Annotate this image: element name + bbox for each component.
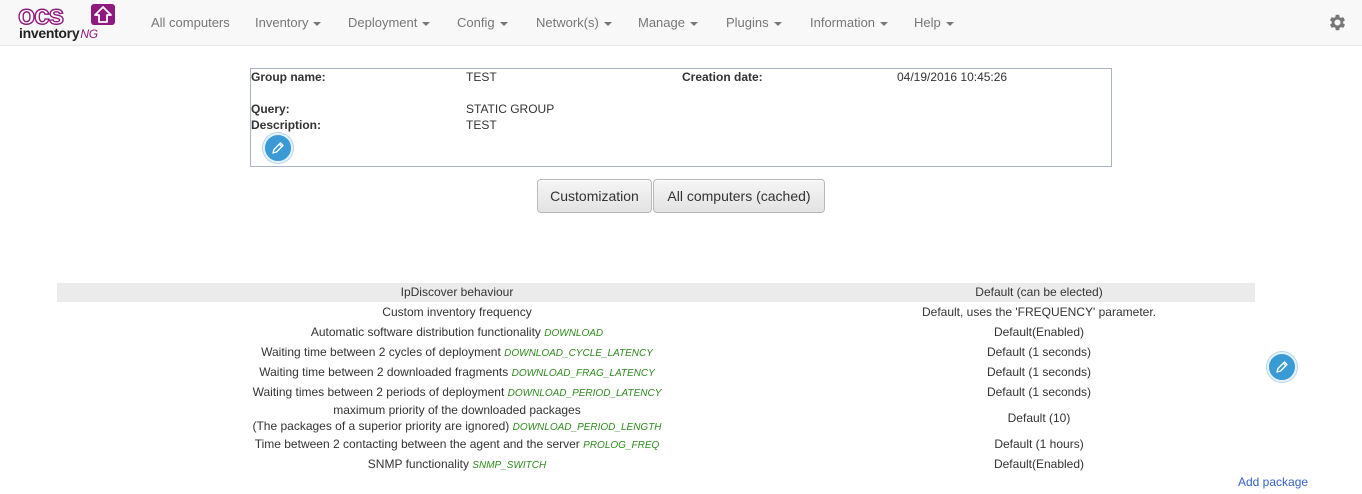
pencil-icon <box>272 142 284 154</box>
config-row-label: Waiting time between 2 downloaded fragme… <box>259 365 655 379</box>
chevron-down-icon <box>689 21 698 26</box>
config-row-value: Default (1 seconds) <box>986 365 1092 379</box>
description-label: Description: <box>251 118 322 132</box>
nav-deployment[interactable]: Deployment <box>348 15 431 31</box>
group-info-panel: Group name: TEST Creation date: 04/19/20… <box>250 68 1112 167</box>
config-row-value: Default (1 hours) <box>994 437 1084 451</box>
option-code: DOWNLOAD_CYCLE_LATENCY <box>504 348 653 359</box>
nav-help[interactable]: Help <box>914 15 954 31</box>
option-code: SNMP_SWITCH <box>472 460 547 471</box>
all-computers-cached-button[interactable]: All computers (cached) <box>653 179 825 213</box>
top-navbar: ocs inventoryNG All computers Inventory … <box>0 0 1362 46</box>
chevron-down-icon <box>773 21 782 26</box>
chevron-down-icon <box>945 21 954 26</box>
gear-icon[interactable] <box>1327 12 1348 33</box>
customization-button[interactable]: Customization <box>537 179 652 213</box>
nav-config[interactable]: Config <box>457 15 508 31</box>
edit-config-button[interactable] <box>1267 352 1297 382</box>
option-code: DOWNLOAD_PERIOD_LATENCY <box>507 388 662 399</box>
option-code: PROLOG_FREQ <box>583 440 660 451</box>
logo-house-icon <box>91 4 115 25</box>
option-code: DOWNLOAD <box>544 328 604 339</box>
query-label: Query: <box>251 102 290 116</box>
nav-networks[interactable]: Network(s) <box>536 15 612 31</box>
config-row-label: Waiting times between 2 periods of deplo… <box>252 385 662 399</box>
chevron-down-icon <box>313 21 322 26</box>
ipdiscover-value: Default (can be elected) <box>975 285 1103 299</box>
group-name-value: TEST <box>466 70 497 84</box>
group-name-label: Group name: <box>251 70 326 84</box>
chevron-down-icon <box>603 21 612 26</box>
description-value: TEST <box>466 118 497 132</box>
nav-plugins[interactable]: Plugins <box>726 15 782 31</box>
ipdiscover-label: IpDiscover behaviour <box>400 285 514 299</box>
config-row-value: Default (1 seconds) <box>986 385 1092 399</box>
nav-all-computers[interactable]: All computers <box>151 15 230 31</box>
config-row-label: maximum priority of the downloaded packa… <box>333 403 581 417</box>
config-row-label: SNMP functionality SNMP_SWITCH <box>367 457 547 471</box>
config-row-label: Automatic software distribution function… <box>310 325 604 339</box>
config-row-label-note: (The packages of a superior priority are… <box>252 419 662 433</box>
nav-information[interactable]: Information <box>810 15 889 31</box>
query-value: STATIC GROUP <box>466 102 555 116</box>
config-row-label: Waiting time between 2 cycles of deploym… <box>261 345 653 359</box>
config-row-value: Default (1 seconds) <box>986 345 1092 359</box>
option-code: DOWNLOAD_PERIOD_LENGTH <box>512 422 662 433</box>
chevron-down-icon <box>499 21 508 26</box>
ocs-inventory-logo[interactable]: ocs inventoryNG <box>17 0 118 42</box>
config-row-value: Default (10) <box>1007 411 1071 425</box>
config-row-label: Time between 2 contacting between the ag… <box>254 437 660 451</box>
nav-manage[interactable]: Manage <box>638 15 698 31</box>
option-code: DOWNLOAD_FRAG_LATENCY <box>511 368 655 379</box>
config-row-value: Default(Enabled) <box>993 325 1085 339</box>
chevron-down-icon <box>880 21 889 26</box>
chevron-down-icon <box>422 21 431 26</box>
pencil-icon <box>1276 361 1288 373</box>
creation-date-value: 04/19/2016 10:45:26 <box>897 70 1008 84</box>
creation-date-label: Creation date: <box>682 70 763 84</box>
add-package-link[interactable]: Add package <box>1238 475 1308 489</box>
nav-inventory[interactable]: Inventory <box>255 15 322 31</box>
logo-inventory-text: inventoryNG <box>19 25 98 41</box>
config-row-value: Default(Enabled) <box>993 457 1085 471</box>
config-row-label: Custom inventory frequency <box>382 305 532 319</box>
edit-group-button[interactable] <box>263 133 293 163</box>
config-row-value: Default, uses the 'FREQUENCY' parameter. <box>921 305 1156 319</box>
